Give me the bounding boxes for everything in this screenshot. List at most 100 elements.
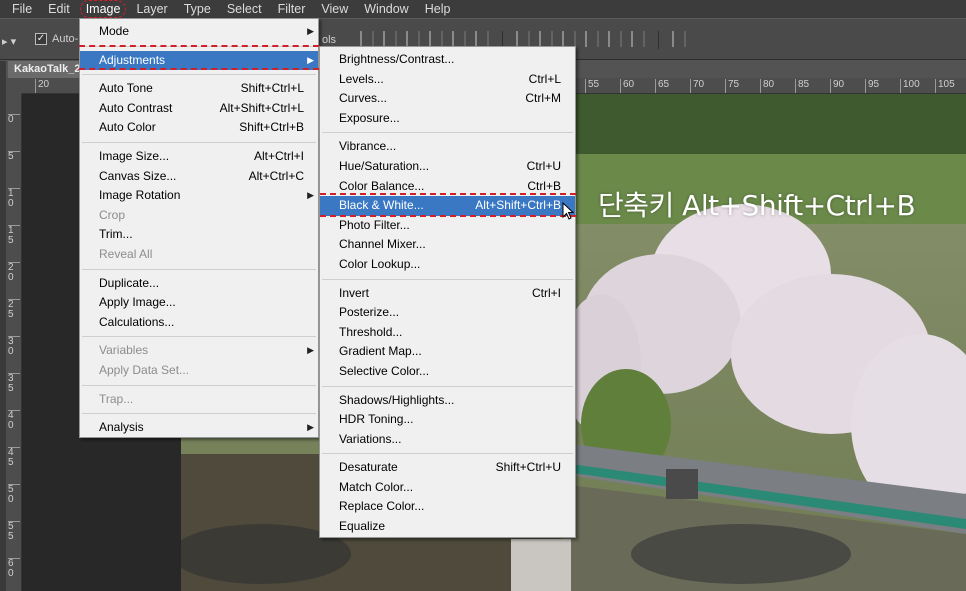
menu-item-desaturate[interactable]: Desaturate Shift+Ctrl+U — [320, 458, 575, 478]
menu-item-label: Hue/Saturation... — [339, 158, 430, 173]
menu-item-label: Apply Data Set... — [99, 362, 190, 377]
menu-item-image-rotation[interactable]: Image Rotation ▶ — [80, 186, 318, 206]
menu-item-shortcut: Ctrl+M — [525, 91, 561, 106]
menu-separator — [80, 138, 318, 147]
ruler-tick-label: 20 — [35, 79, 49, 93]
menu-item-analysis[interactable]: Analysis ▶ — [80, 418, 318, 438]
menu-item-label: Color Lookup... — [339, 256, 421, 271]
menu-item-shortcut: Alt+Ctrl+C — [248, 168, 304, 183]
menu-item-exposure[interactable]: Exposure... — [320, 109, 575, 129]
menu-item-label: Curves... — [339, 91, 388, 106]
distribute-left-icon[interactable] — [585, 31, 599, 47]
ruler-corner — [6, 78, 22, 94]
image-menu: Mode ▶ Adjustments ▶ Auto Tone Shift+Ctrl+L Au… — [79, 18, 319, 438]
menu-item-channel-mixer[interactable]: Channel Mixer... — [320, 235, 575, 255]
menu-item-invert[interactable]: Invert Ctrl+I — [320, 284, 575, 304]
menu-item-auto-tone[interactable]: Auto Tone Shift+Ctrl+L — [80, 79, 318, 99]
distribute-right-icon[interactable] — [631, 31, 645, 47]
menu-item-shortcut: Shift+Ctrl+L — [240, 81, 304, 96]
menu-item-label: Color Balance... — [339, 178, 425, 193]
menu-item-posterize[interactable]: Posterize... — [320, 303, 575, 323]
distribute-hcenter-icon[interactable] — [608, 31, 622, 47]
menu-view[interactable]: View — [313, 0, 356, 18]
menu-item-black-and-white[interactable]: Black & White... Alt+Shift+Ctrl+B — [320, 196, 575, 216]
menu-item-gradient-map[interactable]: Gradient Map... — [320, 342, 575, 362]
shortcut-caption: 단축키 Alt+Shift+Ctrl+B — [598, 189, 916, 222]
menu-item-equalize[interactable]: Equalize — [320, 517, 575, 537]
menu-item-label: Auto Contrast — [99, 100, 173, 115]
menu-item-label: Desaturate — [339, 460, 398, 475]
menu-item-label: Duplicate... — [99, 275, 160, 290]
menu-item-label: Auto Color — [99, 120, 156, 135]
menu-item-shadows-highlights[interactable]: Shadows/Highlights... — [320, 391, 575, 411]
align-hcenter-icon[interactable] — [452, 31, 466, 47]
menu-item-adjustments[interactable]: Adjustments ▶ — [80, 50, 318, 71]
menu-item-color-balance[interactable]: Color Balance... Ctrl+B — [320, 177, 575, 197]
menu-item-shortcut: Shift+Ctrl+B — [239, 120, 304, 135]
ruler-tick-label: 2 0 — [8, 262, 20, 283]
align-right-icon[interactable] — [475, 31, 489, 47]
menu-item-levels[interactable]: Levels... Ctrl+L — [320, 70, 575, 90]
menu-item-photo-filter[interactable]: Photo Filter... — [320, 216, 575, 236]
menu-item-calculations[interactable]: Calculations... — [80, 313, 318, 333]
menu-item-match-color[interactable]: Match Color... — [320, 478, 575, 498]
menu-item-label: Equalize — [339, 519, 386, 534]
menu-item-color-lookup[interactable]: Color Lookup... — [320, 255, 575, 275]
menu-image[interactable]: Image — [78, 0, 129, 18]
align-bottom-icon[interactable] — [406, 31, 420, 47]
menu-help[interactable]: Help — [417, 0, 459, 18]
distribute-bottom-icon[interactable] — [562, 31, 576, 47]
distribute-vcenter-icon[interactable] — [539, 31, 553, 47]
menu-item-apply-image[interactable]: Apply Image... — [80, 293, 318, 313]
menu-item-label: Black & White... — [339, 198, 424, 213]
tool-preset-arrow[interactable]: ▸ ▾ — [2, 35, 16, 48]
document-tab[interactable]: KakaoTalk_2 — [8, 61, 82, 78]
menu-item-vibrance[interactable]: Vibrance... — [320, 137, 575, 157]
menu-item-brightness-contrast[interactable]: Brightness/Contrast... — [320, 50, 575, 70]
distribute-top-icon[interactable] — [516, 31, 530, 47]
align-vcenter-icon[interactable] — [383, 31, 397, 47]
ruler-tick-label: 80 — [760, 79, 774, 93]
menu-item-auto-contrast[interactable]: Auto Contrast Alt+Shift+Ctrl+L — [80, 99, 318, 119]
menu-item-duplicate[interactable]: Duplicate... — [80, 274, 318, 294]
menu-select[interactable]: Select — [219, 0, 270, 18]
auto-align-icon[interactable] — [672, 31, 686, 47]
menu-item-variations[interactable]: Variations... — [320, 430, 575, 450]
menu-item-label: Analysis — [99, 420, 144, 435]
menu-item-canvas-size[interactable]: Canvas Size... Alt+Ctrl+C — [80, 167, 318, 187]
menu-item-trim[interactable]: Trim... — [80, 225, 318, 245]
menu-item-threshold[interactable]: Threshold... — [320, 323, 575, 343]
menu-window[interactable]: Window — [356, 0, 416, 18]
menu-item-selective-color[interactable]: Selective Color... — [320, 362, 575, 382]
menu-layer[interactable]: Layer — [128, 0, 175, 18]
menu-type[interactable]: Type — [176, 0, 219, 18]
menu-filter[interactable]: Filter — [270, 0, 314, 18]
menu-bar: File Edit Image Layer Type Select Filter View Wi… — [0, 0, 966, 18]
ruler-tick-label: 1 5 — [8, 225, 20, 246]
menu-separator — [80, 265, 318, 274]
menu-item-replace-color[interactable]: Replace Color... — [320, 497, 575, 517]
menu-item-shortcut: Ctrl+L — [528, 71, 561, 86]
align-top-icon[interactable] — [360, 31, 374, 47]
menu-item-hue-saturation[interactable]: Hue/Saturation... Ctrl+U — [320, 157, 575, 177]
menu-separator — [80, 42, 318, 51]
menu-item-label: Levels... — [339, 71, 384, 86]
menu-file[interactable]: File — [4, 0, 40, 18]
align-left-icon[interactable] — [429, 31, 443, 47]
ruler-tick-label: 60 — [620, 79, 634, 93]
menu-item-label: Image Size... — [99, 148, 170, 163]
menu-item-mode[interactable]: Mode ▶ — [80, 22, 318, 42]
vertical-ruler[interactable]: 0 5 1 0 1 5 2 0 2 5 3 0 3 5 4 0 4 5 5 0 5 5 6 0 — [6, 94, 22, 591]
mouse-cursor-icon — [562, 202, 574, 220]
auto-select-checkbox[interactable]: ✓ — [35, 33, 47, 45]
ruler-tick-label: 0 — [8, 114, 20, 125]
ruler-tick-label: 4 0 — [8, 410, 20, 431]
menu-item-auto-color[interactable]: Auto Color Shift+Ctrl+B — [80, 118, 318, 138]
auto-select-label: Auto- — [52, 33, 79, 45]
menu-item-hdr-toning[interactable]: HDR Toning... — [320, 410, 575, 430]
menu-item-image-size[interactable]: Image Size... Alt+Ctrl+I — [80, 147, 318, 167]
ruler-tick-label: 100 — [900, 79, 920, 93]
menu-edit[interactable]: Edit — [40, 0, 78, 18]
menu-item-curves[interactable]: Curves... Ctrl+M — [320, 89, 575, 109]
menu-item-label: Selective Color... — [339, 363, 430, 378]
